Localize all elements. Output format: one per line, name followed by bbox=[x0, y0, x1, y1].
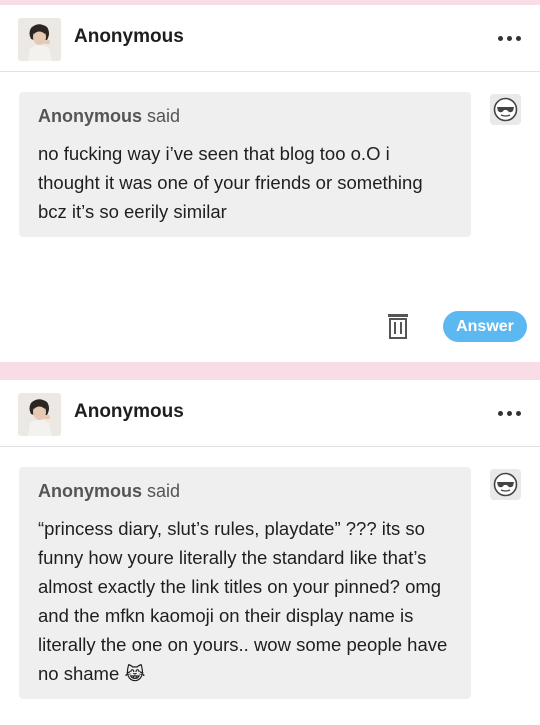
said-label: said bbox=[147, 481, 181, 501]
blog-name[interactable]: Anonymous bbox=[74, 401, 184, 423]
anonymous-sunglasses-icon bbox=[490, 469, 521, 500]
post-header: Anonymous bbox=[0, 5, 540, 72]
post-footer: Answer bbox=[387, 310, 527, 342]
asker-name: Anonymous bbox=[38, 481, 143, 501]
ask-header: Anonymous said bbox=[38, 481, 451, 502]
asker-name: Anonymous bbox=[38, 106, 143, 126]
ask-header: Anonymous said bbox=[38, 106, 451, 127]
ask-bubble: Anonymous said no fucking way i’ve seen … bbox=[19, 92, 471, 237]
said-label: said bbox=[147, 106, 181, 126]
ask-text-body: “princess diary, slut’s rules, playdate”… bbox=[38, 518, 448, 684]
cat-tears-of-joy-emoji: 😹 bbox=[124, 664, 146, 685]
avatar[interactable] bbox=[18, 18, 61, 61]
ask-post: Anonymous Anonymous said no fucking way … bbox=[0, 5, 540, 362]
more-horizontal-icon[interactable] bbox=[498, 403, 524, 423]
blog-name[interactable]: Anonymous bbox=[74, 26, 184, 48]
ask-bubble: Anonymous said “princess diary, slut’s r… bbox=[19, 467, 471, 699]
ask-text: “princess diary, slut’s rules, playdate”… bbox=[38, 514, 451, 689]
ask-post: Anonymous Anonymous said “princess diary… bbox=[0, 380, 540, 725]
post-header: Anonymous bbox=[0, 380, 540, 447]
avatar[interactable] bbox=[18, 393, 61, 436]
answer-button[interactable]: Answer bbox=[443, 311, 527, 342]
post-divider bbox=[0, 362, 540, 380]
more-horizontal-icon[interactable] bbox=[498, 28, 524, 48]
inbox-page: Anonymous Anonymous said no fucking way … bbox=[0, 0, 540, 725]
anonymous-sunglasses-icon bbox=[490, 94, 521, 125]
trash-icon[interactable] bbox=[387, 313, 409, 339]
ask-text: no fucking way i’ve seen that blog too o… bbox=[38, 143, 423, 222]
